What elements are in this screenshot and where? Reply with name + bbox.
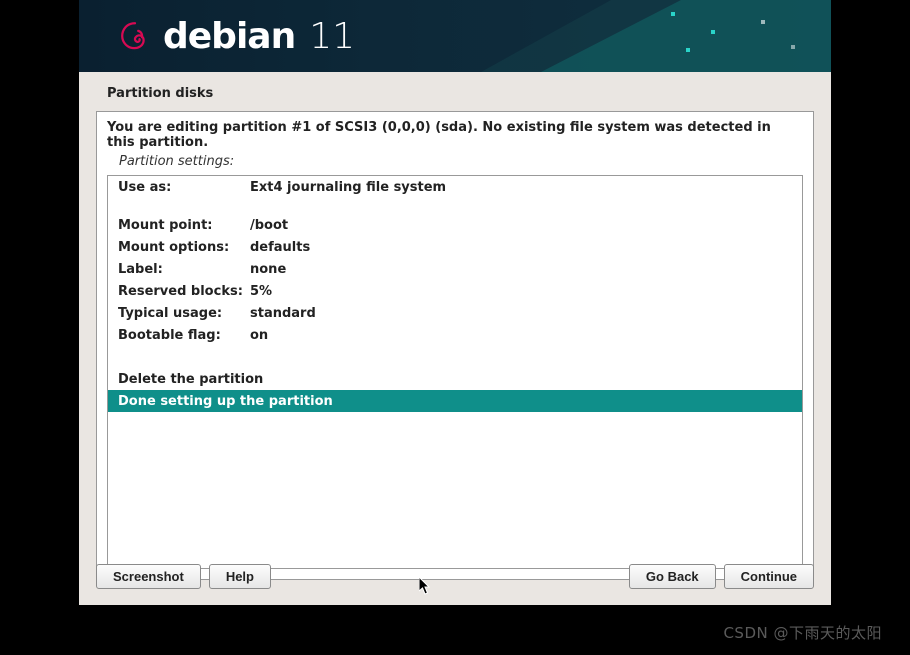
header-banner: debian 11 [79, 0, 831, 72]
setting-value: Ext4 journaling file system [250, 180, 446, 195]
setting-value: 5% [250, 284, 272, 299]
debian-swirl-icon [119, 20, 151, 52]
setting-label: Mount options: [118, 240, 250, 255]
setting-label: Reserved blocks: [118, 284, 250, 299]
action-done-setting-up[interactable]: Done setting up the partition [108, 390, 802, 412]
installer-window: debian 11 Partition disks You are editin… [79, 0, 831, 605]
settings-panel: Use as: Ext4 journaling file system Moun… [107, 175, 803, 569]
help-button[interactable]: Help [209, 564, 271, 589]
setting-value: on [250, 328, 268, 343]
content-card: You are editing partition #1 of SCSI3 (0… [96, 111, 814, 580]
setting-label-field[interactable]: Label: none [108, 258, 802, 280]
settings-subtitle: Partition settings: [107, 154, 803, 169]
setting-typical-usage[interactable]: Typical usage: standard [108, 302, 802, 324]
brand-name: debian [163, 16, 295, 57]
setting-label: Use as: [118, 180, 250, 195]
brand-version: 11 [309, 16, 355, 57]
button-bar: Screenshot Help Go Back Continue [96, 564, 814, 589]
continue-button[interactable]: Continue [724, 564, 814, 589]
go-back-button[interactable]: Go Back [629, 564, 716, 589]
setting-mount-point[interactable]: Mount point: /boot [108, 214, 802, 236]
setting-use-as[interactable]: Use as: Ext4 journaling file system [108, 176, 802, 198]
watermark: CSDN @下雨天的太阳 [723, 622, 882, 643]
action-delete-partition[interactable]: Delete the partition [108, 368, 802, 390]
setting-label: Label: [118, 262, 250, 277]
header-decoration [481, 0, 831, 72]
setting-value: standard [250, 306, 316, 321]
page-title: Partition disks [79, 72, 831, 111]
setting-value: /boot [250, 218, 288, 233]
debian-logo: debian 11 [119, 16, 355, 57]
setting-mount-options[interactable]: Mount options: defaults [108, 236, 802, 258]
setting-reserved-blocks[interactable]: Reserved blocks: 5% [108, 280, 802, 302]
instruction-text: You are editing partition #1 of SCSI3 (0… [107, 120, 803, 150]
setting-label: Typical usage: [118, 306, 250, 321]
setting-value: defaults [250, 240, 310, 255]
screenshot-button[interactable]: Screenshot [96, 564, 201, 589]
setting-bootable-flag[interactable]: Bootable flag: on [108, 324, 802, 346]
setting-label: Bootable flag: [118, 328, 250, 343]
setting-value: none [250, 262, 286, 277]
setting-label: Mount point: [118, 218, 250, 233]
